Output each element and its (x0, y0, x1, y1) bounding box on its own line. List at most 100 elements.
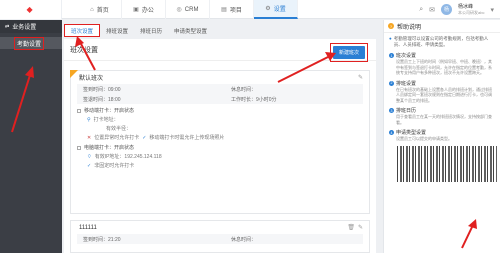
sidebar-group-label: 业务设置 (12, 25, 37, 31)
time-row: 签退时间：18:00 工作时长：9小时0分 (77, 94, 363, 104)
home-icon: ⌂ (90, 6, 94, 13)
mobile-icon (77, 108, 81, 113)
crm-icon: ◎ (176, 7, 182, 13)
sidebar-item-label: 考勤设置 (14, 36, 45, 50)
help-header: ? 帮助说明 (384, 20, 500, 33)
help-section-title: 3 排班日历 (389, 107, 495, 114)
tab-shift-settings[interactable]: 班次设置 (64, 24, 101, 37)
section-title-text: 排班日历 (396, 108, 417, 114)
checkin-address-label: 打卡地址： (93, 117, 119, 123)
nav-office[interactable]: ▣ 办公 (122, 0, 166, 19)
sidebar: ⇄ 业务设置 考勤设置 (0, 20, 62, 253)
section-number: 3 (389, 108, 394, 113)
sign-in-time: 签到时间：21:20 (83, 236, 121, 243)
pc-checkin-label: 电脑端打卡：开启状态 (84, 145, 135, 151)
tab-schedule-settings[interactable]: 排班设置 (100, 24, 134, 37)
sign-out-time: 签退时间：18:00 (83, 96, 121, 103)
nav-project[interactable]: ▤ 项目 (210, 0, 254, 19)
rest-time: 休息时间： (231, 236, 257, 243)
help-intro: ● 考勤管理可以设置公司的考勤规则，包括考勤人员、人员排班、申请类型。 (389, 36, 495, 48)
check-icon: ✓ (142, 134, 147, 141)
cross-icon: ✕ (87, 134, 92, 141)
check-icon: ✓ (87, 162, 92, 169)
location-icon: ⚲ (87, 116, 91, 123)
section-number: 1 (389, 53, 394, 58)
photo-upload-label: 移动端打卡时需允许上传现场照片 (149, 135, 225, 141)
nav-settings[interactable]: ⚙ 设置 (254, 0, 298, 19)
user-org: 本公司研发abc (458, 9, 485, 15)
flexible-checkin: ✓ 非固定时允许打卡 (87, 162, 369, 170)
pc-checkin-section: 电脑端打卡：开启状态 (77, 144, 363, 151)
help-body: ● 考勤管理可以设置公司的考勤规则，包括考勤人员、人员排班、申请类型。 1 班次… (384, 33, 500, 182)
nav-home[interactable]: ⌂ 首页 (78, 0, 122, 19)
nav-office-label: 办公 (141, 8, 154, 14)
section-title-text: 班次设置 (396, 53, 417, 59)
section-title-text: 申请类型设置 (396, 130, 427, 136)
section-title-text: 排班设置 (396, 80, 417, 87)
top-navbar: ◆ ⌂ 首页 ▣ 办公 ◎ CRM ▤ 项目 ⚙ 设置 ⌕ ✉ 杨 杨冰峰 本公… (0, 0, 500, 19)
nav-crm[interactable]: ◎ CRM (166, 0, 210, 19)
nav-project-label: 项目 (229, 8, 242, 14)
chevron-down-icon[interactable]: ▾ (490, 6, 494, 14)
edit-icon[interactable]: ✎ (358, 74, 363, 81)
shift-card: 111111 🗑 ✎ 签到时间：21:20 休息时间： (70, 220, 370, 253)
edit-icon[interactable]: ✎ (358, 224, 363, 231)
help-section-title: 1 班次设置 (389, 52, 495, 59)
help-section-text: 设置员工上下班的时间（例如早班、中班、晚班），其中有签到与签退打卡时间，允许在指… (396, 59, 492, 75)
sign-in-time: 签到时间：09:00 (83, 86, 121, 93)
message-icon[interactable]: ✉ (429, 6, 435, 14)
valid-ip-label: 有效IP地址：192.245.124.118 (94, 154, 162, 160)
shift-name: 默认班次 (79, 76, 104, 82)
rest-time: 休息时间： (231, 86, 257, 93)
help-icon: ? (388, 23, 394, 29)
add-shift-button[interactable]: 新建班次 (332, 46, 365, 59)
add-button-highlight: 新建班次 (329, 43, 368, 62)
computer-icon (77, 145, 81, 150)
top-right-tools: ⌕ ✉ 杨 杨冰峰 本公司研发abc ▾ (419, 0, 494, 19)
help-section-text: 在已有班次的基础上设置各人员的排班计划，通过排班人员绑定同一套班次规则在指定日期… (396, 86, 492, 103)
info-icon: ● (389, 36, 392, 41)
panel-header: 班次设置 新建班次 (64, 39, 376, 62)
nav-home-label: 首页 (96, 8, 109, 14)
logo-icon: ◆ (26, 4, 33, 14)
user-info[interactable]: 杨冰峰 本公司研发abc (458, 4, 484, 16)
shift-card: 默认班次 ✎ 签到时间：09:00 休息时间： 签退时间：18:00 工作时长：… (70, 70, 370, 214)
settings-tabs: 班次设置 排班设置 排班日历 申请类型设置 (64, 24, 376, 37)
wifi-icon: ⌔ (87, 153, 92, 160)
nav-crm-label: CRM (184, 6, 199, 13)
help-panel: ? 帮助说明 ● 考勤管理可以设置公司的考勤规则，包括考勤人员、人员排班、申请类… (383, 20, 500, 253)
valid-radius: 有效半径： (87, 125, 369, 132)
help-section-text: 设置员工可以提交的申请类型。 (396, 136, 452, 141)
help-section-title: 2 排班设置 (389, 80, 495, 87)
app-logo[interactable]: ◆ (0, 0, 62, 19)
tab-request-types[interactable]: 申请类型设置 (168, 24, 213, 37)
time-row: 签到时间：09:00 休息时间： (77, 84, 363, 94)
section-number: 2 (389, 80, 394, 86)
project-icon: ▤ (221, 7, 227, 13)
valid-ip: ⌔ 有效IP地址：192.245.124.118 (87, 153, 369, 161)
sidebar-group-business[interactable]: ⇄ 业务设置 (0, 20, 62, 33)
location-exception-label: 位置异常时允许打卡 (94, 135, 140, 141)
nav-settings-label: 设置 (273, 7, 286, 13)
shift-name: 111111 (79, 224, 97, 231)
collapse-icon: ⇄ (5, 23, 10, 30)
help-title: 帮助说明 (397, 24, 422, 31)
delete-icon[interactable]: 🗑 (347, 224, 355, 231)
main-panel: 班次设置 新建班次 默认班次 ✎ 签到时间：09:00 休息时间： 签退时间：1… (64, 39, 376, 253)
flexible-checkin-label: 非固定时允许打卡 (94, 163, 135, 169)
tab-schedule-calendar[interactable]: 排班日历 (134, 24, 168, 37)
barcode-image (397, 145, 497, 182)
sidebar-item-attendance[interactable]: 考勤设置 (0, 36, 62, 50)
help-intro-text: 考勤管理可以设置公司的考勤规则，包括考勤人员、人员排班、申请类型。 (393, 36, 489, 47)
shift-title: 111111 🗑 ✎ (71, 221, 369, 234)
shift-title: 默认班次 ✎ (71, 71, 369, 84)
avatar[interactable]: 杨 (441, 4, 453, 15)
search-icon[interactable]: ⌕ (419, 6, 423, 14)
help-section-title: 4 申请类型设置 (389, 129, 495, 136)
mobile-checkin-label: 移动端打卡：开启状态 (84, 108, 135, 114)
work-duration: 工作时长：9小时0分 (231, 96, 277, 103)
office-icon: ▣ (133, 7, 139, 13)
checkin-rules: ✕ 位置异常时允许打卡 ✓ 移动端打卡时需允许上传现场照片 (87, 134, 369, 142)
mobile-checkin-section: 移动端打卡：开启状态 (77, 107, 363, 114)
settings-icon: ⚙ (265, 6, 271, 12)
